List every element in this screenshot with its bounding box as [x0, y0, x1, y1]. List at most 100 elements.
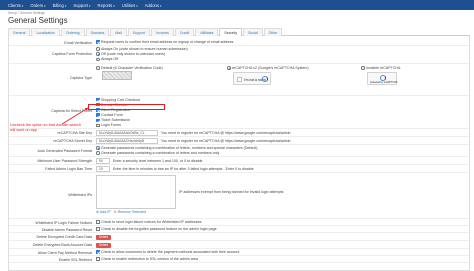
- captcha-default-option: Default (6 Character Verification Code): [96, 66, 163, 81]
- captcha-invisible-option: Invisible reCAPTCHA protected by reCAPTC…: [361, 66, 401, 86]
- ssl-redirect-label: Enable SSL Redirect: [58, 257, 92, 262]
- ssl-redirect-checkbox[interactable]: [96, 257, 100, 261]
- annotation-note: Uncheck the option so that domain search…: [10, 123, 81, 132]
- recaptcha-secret-key-label: reCAPTCHA Secret Key: [53, 139, 92, 143]
- disable-admin-reset-text: Check to disable the forgotten password …: [101, 227, 217, 231]
- nav-support[interactable]: Support▾: [73, 3, 90, 8]
- nav-orders[interactable]: Orders▾: [30, 3, 45, 8]
- row-delete-cc-data: Delete Encrypted Credit Card Data Delete: [9, 233, 469, 241]
- password-format-alnum-text: Generate passwords containing a combinat…: [101, 151, 220, 156]
- nav-addons[interactable]: Addons▾: [145, 3, 162, 8]
- delete-bank-data-button[interactable]: Delete: [96, 242, 112, 249]
- nav-clients[interactable]: Clients▾: [8, 3, 23, 8]
- password-format-special-radio[interactable]: [96, 146, 100, 150]
- captcha-login-forms-text: Login Forms: [101, 123, 121, 128]
- recaptcha-site-key-help: You need to register for reCAPTCHA @ htt…: [161, 130, 291, 135]
- captcha-invisible-radio[interactable]: [361, 66, 365, 70]
- captcha-form-protection-label: Captcha Form Protection: [52, 52, 92, 56]
- recaptcha-widget[interactable]: I'm not a robot: [233, 72, 271, 86]
- tab-mail[interactable]: Mail: [110, 28, 127, 36]
- tab-credit[interactable]: Credit: [174, 28, 195, 36]
- nav-reports[interactable]: Reports▾: [98, 3, 115, 8]
- email-verification-label: Email Verification: [64, 40, 92, 45]
- captcha-invisible-text: Invisible reCAPTCHA: [366, 66, 401, 70]
- row-admin-ban-time: Failed Admin Login Ban Time 15 Enter the…: [9, 165, 469, 173]
- row-disable-admin-reset: Disable Admin Password Reset Check to di…: [9, 226, 469, 233]
- recaptcha-checkbox[interactable]: [237, 77, 242, 82]
- password-format-special-text: Generate passwords containing a combinat…: [101, 146, 258, 150]
- pay-method-removal-label: Allow Client Pay Method Removal: [37, 250, 92, 255]
- email-verification-checkbox[interactable]: [96, 40, 100, 44]
- recaptcha-secret-key-input[interactable]: 6LcXWpIUAAAAACHaxlxb6pB: [96, 138, 158, 144]
- tab-localisation[interactable]: Localisation: [31, 28, 60, 36]
- admin-ban-time-label: Failed Admin Login Ban Time: [45, 167, 92, 171]
- row-captcha-type: Captcha Type Default (6 Character Verifi…: [9, 64, 469, 96]
- min-password-strength-label: Minimum User Password Strength: [37, 159, 92, 163]
- min-password-strength-help: Enter a security level between 1 and 100…: [113, 158, 203, 163]
- tab-other[interactable]: Other: [263, 28, 283, 36]
- captcha-recaptcha-v2-text: reCAPTCHA v2 (Google's reCAPTCHA System): [232, 66, 309, 70]
- captcha-ticket-submission-checkbox[interactable]: [96, 118, 100, 123]
- remove-ip-icon: ⊖: [113, 210, 117, 214]
- whitelist-notices-label: Whitelisted IP Login Failure Notices: [35, 220, 92, 225]
- captcha-always-on-text: Always On (code shown to ensure human su…: [101, 47, 188, 51]
- pay-method-removal-checkbox[interactable]: [96, 250, 100, 254]
- whitelisted-ips-list[interactable]: [96, 175, 176, 209]
- min-password-strength-input[interactable]: 50: [96, 158, 110, 164]
- row-ssl-redirect: Enable SSL Redirect Check to enable redi…: [9, 256, 469, 263]
- disable-admin-reset-checkbox[interactable]: [96, 227, 100, 231]
- captcha-contact-form-checkbox[interactable]: [96, 113, 100, 117]
- captcha-recaptcha-v2-radio[interactable]: [227, 66, 231, 70]
- admin-ban-time-help: Enter the time in minutes to ban an IP f…: [113, 166, 254, 171]
- captcha-always-off-text: Always Off: [101, 57, 119, 62]
- whitelist-notices-checkbox[interactable]: [96, 220, 100, 224]
- whitelisted-ips-label: Whitelisted IPs: [68, 193, 92, 197]
- recaptcha-site-key-input[interactable]: 6LcXWpIUAAAAAIxkOsl5e_CL: [96, 130, 158, 136]
- remove-ip-link[interactable]: Remove Selected: [118, 210, 146, 214]
- top-navigation: Clients▾ Orders▾ Billing▾ Support▾ Repor…: [0, 0, 474, 10]
- captcha-always-on-radio[interactable]: [96, 47, 100, 51]
- captcha-forms-label: Captcha for Select Forms: [51, 109, 92, 113]
- whitelisted-ips-help: IP addresses exempt from being banned fo…: [179, 190, 284, 194]
- password-format-alnum-radio[interactable]: [96, 151, 100, 155]
- domain-checker-highlight-box: [88, 104, 165, 110]
- whitelist-notices-text: Check to send login failure notices for …: [101, 220, 202, 224]
- add-ip-link[interactable]: Add IP: [100, 210, 111, 214]
- add-ip-icon: ⊕: [96, 210, 100, 214]
- row-recaptcha-secret-key: reCAPTCHA Secret Key 6LcXWpIUAAAAACHaxlx…: [9, 137, 469, 145]
- breadcrumb: Setup / General Settings: [8, 11, 45, 15]
- delete-cc-data-button[interactable]: Delete: [96, 234, 112, 241]
- captcha-off-radio[interactable]: [96, 52, 100, 56]
- delete-cc-data-label: Delete Encrypted Credit Card Data: [36, 235, 92, 239]
- ssl-redirect-text: Check to enable redirection to SSL versi…: [101, 257, 198, 261]
- tab-affiliates[interactable]: Affiliates: [195, 28, 219, 36]
- email-verification-text: Request users to confirm their email add…: [101, 40, 234, 44]
- admin-ban-time-input[interactable]: 15: [96, 166, 110, 172]
- tab-social[interactable]: Social: [243, 28, 263, 36]
- recaptcha-secret-key-help: You need to register for reCAPTCHA @ htt…: [161, 138, 291, 143]
- tab-ordering[interactable]: Ordering: [60, 28, 85, 36]
- tab-domains[interactable]: Domains: [85, 28, 110, 36]
- tab-general[interactable]: General: [8, 28, 31, 36]
- captcha-recaptcha-v2-option: reCAPTCHA v2 (Google's reCAPTCHA System)…: [227, 66, 309, 86]
- nav-utilities[interactable]: Utilities▾: [122, 3, 138, 8]
- recaptcha-logo-icon: [262, 75, 268, 82]
- captcha-always-off-radio[interactable]: [96, 57, 100, 62]
- captcha-ticket-submission-text: Ticket Submission: [101, 118, 131, 123]
- row-min-password-strength: Minimum User Password Strength 50 Enter …: [9, 157, 469, 165]
- captcha-default-radio[interactable]: [96, 66, 100, 70]
- invisible-recaptcha-badge: protected by reCAPTCHA: [367, 72, 397, 86]
- row-delete-bank-data: Delete Encrypted Bank Account Data Delet…: [9, 241, 469, 249]
- tab-support[interactable]: Support: [127, 28, 151, 36]
- tab-invoices[interactable]: Invoices: [151, 28, 174, 36]
- tab-security[interactable]: Security: [219, 28, 243, 36]
- pay-method-removal-text: Check to allow customers to delete the p…: [101, 250, 240, 254]
- captcha-shopping-cart-checkbox[interactable]: [96, 97, 100, 102]
- settings-tabs: General Localisation Ordering Domains Ma…: [8, 28, 470, 36]
- captcha-code-image: [102, 71, 132, 81]
- captcha-login-forms-checkbox[interactable]: [96, 123, 100, 128]
- row-pay-method-removal: Allow Client Pay Method Removal Check to…: [9, 249, 469, 256]
- row-whitelist-login-notices: Whitelisted IP Login Failure Notices Che…: [9, 219, 469, 226]
- nav-billing[interactable]: Billing▾: [53, 3, 67, 8]
- invisible-recaptcha-logo-icon: [380, 74, 386, 81]
